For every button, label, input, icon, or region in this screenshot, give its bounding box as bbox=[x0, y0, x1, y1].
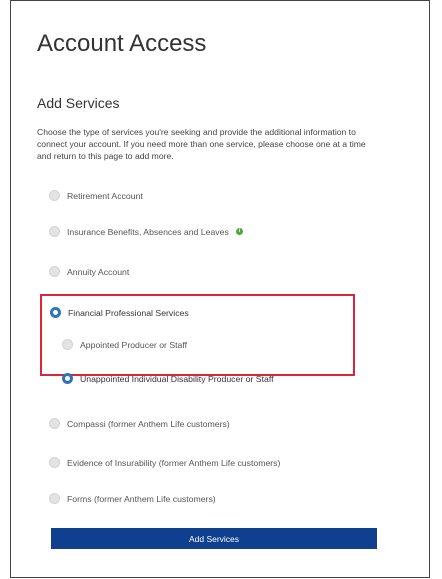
radio-selected-icon bbox=[50, 307, 61, 318]
option-label: Appointed Producer or Staff bbox=[80, 339, 188, 350]
option-label: Insurance Benefits, Absences and Leaves bbox=[67, 226, 229, 237]
option-evidence-of-insurability[interactable]: Evidence of Insurability (former Anthem … bbox=[49, 457, 280, 468]
radio-unselected-icon bbox=[49, 226, 60, 237]
option-retirement-account[interactable]: Retirement Account bbox=[49, 190, 143, 201]
option-label: Compassi (former Anthem Life customers) bbox=[67, 418, 230, 429]
option-compassi[interactable]: Compassi (former Anthem Life customers) bbox=[49, 418, 230, 429]
radio-unselected-icon bbox=[49, 190, 60, 201]
option-unappointed-producer[interactable]: Unappointed Individual Disability Produc… bbox=[62, 373, 274, 384]
option-annuity-account[interactable]: Annuity Account bbox=[49, 266, 129, 277]
option-label: Annuity Account bbox=[67, 266, 130, 277]
option-forms[interactable]: Forms (former Anthem Life customers) bbox=[49, 493, 216, 504]
option-label: Evidence of Insurability (former Anthem … bbox=[67, 457, 281, 468]
option-appointed-producer[interactable]: Appointed Producer or Staff bbox=[62, 339, 187, 350]
option-label: Retirement Account bbox=[67, 190, 143, 201]
option-label: Forms (former Anthem Life customers) bbox=[67, 493, 216, 504]
radio-unselected-icon bbox=[49, 493, 60, 504]
service-description: Choose the type of services you're seeki… bbox=[37, 127, 366, 161]
radio-unselected-icon bbox=[49, 266, 60, 277]
radio-selected-icon bbox=[62, 373, 73, 384]
option-financial-professional-services[interactable]: Financial Professional Services bbox=[50, 307, 189, 318]
radio-unselected-icon bbox=[62, 339, 73, 350]
page-frame bbox=[10, 0, 430, 578]
radio-unselected-icon bbox=[49, 457, 60, 468]
option-insurance-benefits[interactable]: Insurance Benefits, Absences and Leaves … bbox=[49, 226, 243, 237]
option-label: Unappointed Individual Disability Produc… bbox=[80, 373, 274, 384]
radio-unselected-icon bbox=[49, 418, 60, 429]
section-title: Add Services bbox=[37, 95, 120, 111]
info-icon[interactable]: i bbox=[235, 228, 243, 235]
option-label: Financial Professional Services bbox=[68, 307, 189, 318]
page-title: Account Access bbox=[37, 30, 207, 57]
add-services-button[interactable]: Add Services bbox=[51, 528, 377, 549]
